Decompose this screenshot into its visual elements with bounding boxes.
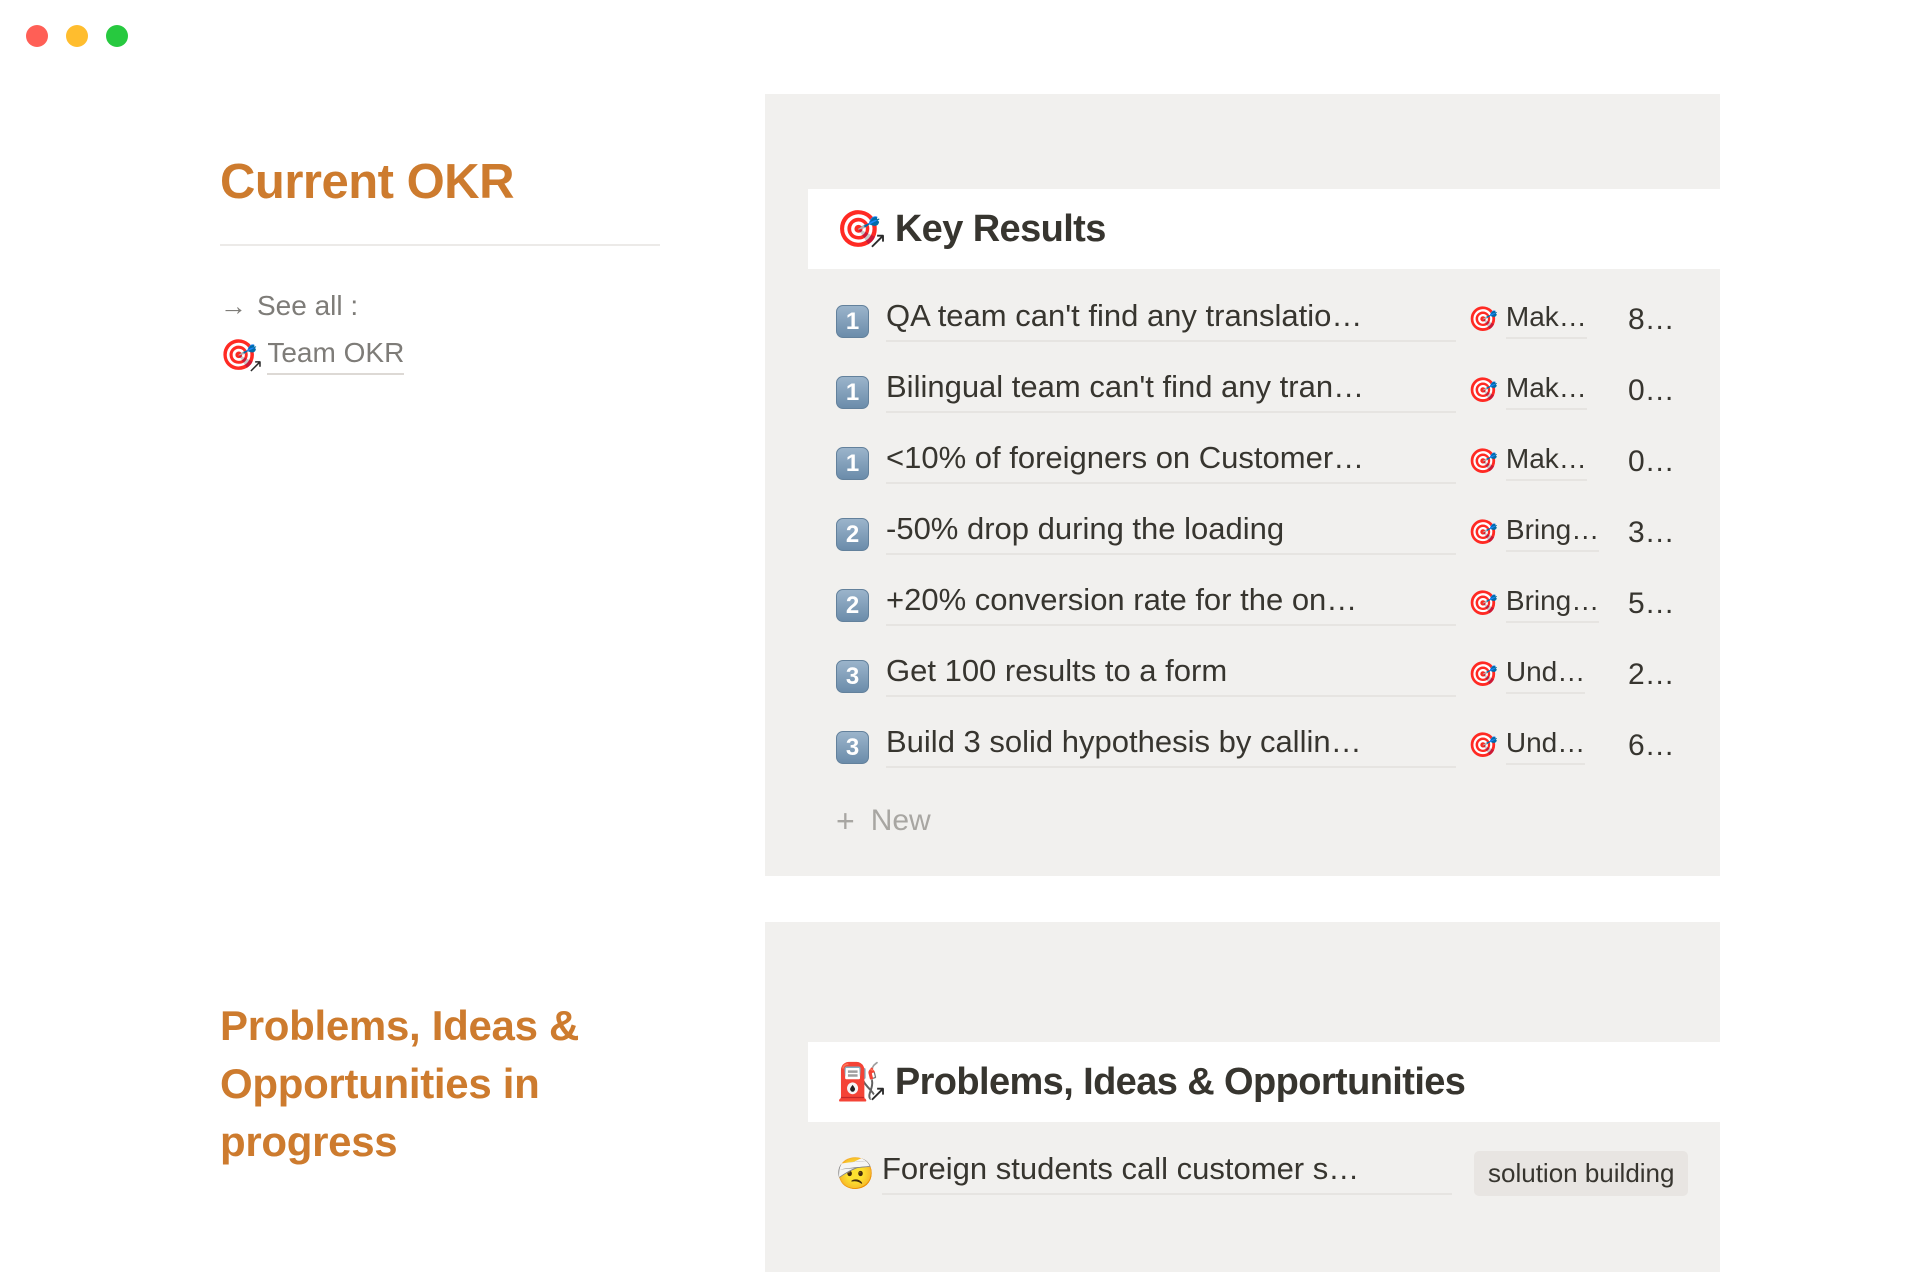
- priority-keycap-icon: 1: [836, 444, 878, 480]
- add-new-label: New: [870, 804, 931, 837]
- key-result-objective-relation[interactable]: 🎯 Mak…: [1468, 372, 1628, 410]
- objective-label[interactable]: Bring…: [1505, 585, 1600, 623]
- objective-label[interactable]: Mak…: [1505, 443, 1587, 481]
- link-arrow-icon: ↗: [868, 227, 887, 253]
- objective-label[interactable]: Und…: [1505, 656, 1586, 694]
- table-row[interactable]: 3 Build 3 solid hypothesis by callin… 🎯 …: [808, 710, 1720, 781]
- key-result-title[interactable]: -50% drop during the loading: [886, 511, 1456, 555]
- key-result-title[interactable]: QA team can't find any translatio…: [886, 298, 1456, 342]
- table-row[interactable]: 2 -50% drop during the loading 🎯 Bring… …: [808, 497, 1720, 568]
- priority-keycap-icon: 1: [836, 373, 878, 409]
- status-badge[interactable]: solution building: [1474, 1150, 1689, 1196]
- key-result-value: 0…: [1628, 373, 1675, 407]
- link-arrow-icon: ↗: [868, 1080, 887, 1106]
- key-result-title[interactable]: +20% conversion rate for the on…: [886, 582, 1456, 626]
- left-column: Current OKR → See all : 🎯 ↗ Team OKR: [220, 72, 760, 375]
- table-row[interactable]: 3 Get 100 results to a form 🎯 Und… 2…: [808, 639, 1720, 710]
- face-with-head-bandage-icon: 🤕: [836, 1155, 875, 1191]
- minimize-window-button[interactable]: [66, 25, 88, 47]
- add-new-key-result-button[interactable]: + New: [808, 787, 1720, 855]
- window-titlebar: [0, 0, 1920, 72]
- objective-label[interactable]: Mak…: [1505, 301, 1587, 339]
- key-result-value: 5…: [1628, 586, 1675, 620]
- target-icon: 🎯 ↗: [836, 211, 887, 252]
- key-result-objective-relation[interactable]: 🎯 Und…: [1468, 656, 1628, 694]
- target-icon: 🎯: [1468, 376, 1498, 404]
- problems-card-title: Problems, Ideas & Opportunities: [894, 1060, 1466, 1103]
- list-item[interactable]: 🤕 Foreign students call customer s… solu…: [808, 1137, 1720, 1209]
- key-results-card: 🎯 ↗ Key Results 1 QA team can't find any…: [765, 94, 1720, 876]
- table-row[interactable]: 1 QA team can't find any translatio… 🎯 M…: [808, 284, 1720, 355]
- key-result-title[interactable]: Bilingual team can't find any tran…: [886, 369, 1456, 413]
- key-result-objective-relation[interactable]: 🎯 Bring…: [1468, 514, 1628, 552]
- fuel-pump-icon: ⛽ ↗: [836, 1064, 887, 1105]
- key-result-objective-relation[interactable]: 🎯 Mak…: [1468, 301, 1628, 339]
- key-result-title[interactable]: Build 3 solid hypothesis by callin…: [886, 724, 1456, 768]
- table-row[interactable]: 2 +20% conversion rate for the on… 🎯 Bri…: [808, 568, 1720, 639]
- key-result-title[interactable]: Get 100 results to a form: [886, 653, 1456, 697]
- page-title-problems-ideas-opportunities: Problems, Ideas & Opportunities in progr…: [220, 1002, 580, 1165]
- heading-divider: [220, 244, 660, 247]
- table-row[interactable]: 1 <10% of foreigners on Customer… 🎯 Mak……: [808, 426, 1720, 497]
- key-result-value: 2…: [1628, 657, 1675, 691]
- table-row[interactable]: 1 Bilingual team can't find any tran… 🎯 …: [808, 355, 1720, 426]
- objective-label[interactable]: Bring…: [1505, 514, 1600, 552]
- priority-keycap-icon: 2: [836, 515, 878, 551]
- key-result-value: 8…: [1628, 302, 1675, 336]
- maximize-window-button[interactable]: [106, 25, 128, 47]
- key-results-title: Key Results: [894, 207, 1107, 250]
- key-result-value: 0…: [1628, 444, 1675, 478]
- target-icon: 🎯: [1468, 660, 1498, 688]
- key-result-objective-relation[interactable]: 🎯 Bring…: [1468, 585, 1628, 623]
- window-traffic-lights: [26, 25, 128, 47]
- key-result-objective-relation[interactable]: 🎯 Mak…: [1468, 443, 1628, 481]
- problem-title[interactable]: Foreign students call customer s…: [882, 1151, 1452, 1195]
- priority-keycap-icon: 2: [836, 586, 878, 622]
- key-results-list: 1 QA team can't find any translatio… 🎯 M…: [808, 284, 1720, 855]
- close-window-button[interactable]: [26, 25, 48, 47]
- target-icon: 🎯: [1468, 518, 1498, 546]
- team-okr-row[interactable]: 🎯 ↗ Team OKR: [220, 337, 760, 375]
- target-icon: 🎯 ↗: [220, 340, 263, 375]
- target-icon: 🎯: [1468, 731, 1498, 759]
- key-result-objective-relation[interactable]: 🎯 Und…: [1468, 727, 1628, 765]
- page-canvas: Current OKR → See all : 🎯 ↗ Team OKR Pro…: [0, 72, 1920, 1272]
- link-arrow-icon: ↗: [247, 355, 264, 377]
- team-okr-link-label[interactable]: Team OKR: [267, 337, 405, 375]
- page-title-current-okr: Current OKR: [220, 155, 514, 209]
- objective-label[interactable]: Mak…: [1505, 372, 1587, 410]
- key-result-title[interactable]: <10% of foreigners on Customer…: [886, 440, 1456, 484]
- arrow-right-icon: →: [220, 290, 247, 321]
- target-icon: 🎯: [1468, 447, 1498, 475]
- target-icon: 🎯: [1468, 589, 1498, 617]
- see-all-row: → See all :: [220, 288, 760, 324]
- key-result-value: 3…: [1628, 515, 1675, 549]
- problems-list: 🤕 Foreign students call customer s… solu…: [808, 1137, 1720, 1209]
- priority-keycap-icon: 3: [836, 728, 878, 764]
- priority-keycap-icon: 3: [836, 657, 878, 693]
- objective-label[interactable]: Und…: [1505, 727, 1586, 765]
- plus-icon: +: [836, 803, 855, 839]
- problems-card-header: ⛽ ↗ Problems, Ideas & Opportunities: [808, 1042, 1720, 1122]
- see-all-label: See all :: [257, 290, 359, 322]
- key-results-card-header: 🎯 ↗ Key Results: [808, 189, 1720, 269]
- problems-ideas-opportunities-card: ⛽ ↗ Problems, Ideas & Opportunities 🤕 Fo…: [765, 922, 1720, 1272]
- target-icon: 🎯: [1468, 305, 1498, 333]
- priority-keycap-icon: 1: [836, 302, 878, 338]
- key-result-value: 6…: [1628, 728, 1675, 762]
